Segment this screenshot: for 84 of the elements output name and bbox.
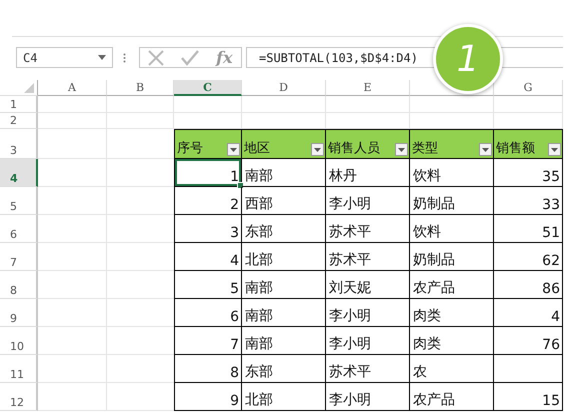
table-cell: 4 xyxy=(174,243,242,271)
table-cell: 1 xyxy=(174,159,242,187)
caret-icon xyxy=(482,148,489,152)
table-cell: 51 xyxy=(494,215,563,243)
caret-icon xyxy=(98,55,106,60)
row-header[interactable]: 5 xyxy=(0,187,38,215)
table-cell: 6 xyxy=(174,299,242,327)
table-cell: 东部 xyxy=(242,215,326,243)
table-cell: 奶制品 xyxy=(410,187,494,215)
filter-dropdown-button[interactable] xyxy=(395,143,408,156)
row-header[interactable]: 4 xyxy=(0,159,38,187)
caret-icon xyxy=(398,148,405,152)
table-cell: 3 xyxy=(174,215,242,243)
table-cell: 33 xyxy=(494,187,563,215)
table-cell: 南部 xyxy=(242,271,326,299)
column-title: 销售人员 xyxy=(328,141,380,157)
column-header[interactable]: A xyxy=(38,80,107,96)
table-cell: 东部 xyxy=(242,355,326,383)
table-cell: 北部 xyxy=(242,243,326,271)
row-header[interactable]: 1 xyxy=(0,96,38,113)
row-header[interactable]: 6 xyxy=(0,215,38,243)
table-cell: 农 xyxy=(410,355,494,383)
table-cell: 5 xyxy=(174,271,242,299)
table-cell: 南部 xyxy=(242,327,326,355)
row-header[interactable]: 7 xyxy=(0,243,38,271)
step-tooltip: 1 xyxy=(433,24,503,94)
caret-icon xyxy=(314,148,321,152)
column-header[interactable]: C xyxy=(174,80,242,96)
filter-dropdown-button[interactable] xyxy=(479,143,492,156)
row-header[interactable]: 11 xyxy=(0,355,38,383)
table-cell: 饮料 xyxy=(410,159,494,187)
table-cell: 2 xyxy=(174,187,242,215)
row-header[interactable]: 9 xyxy=(0,299,38,327)
table-cell: 86 xyxy=(494,271,563,299)
table-cell: 76 xyxy=(494,327,563,355)
filter-dropdown-button[interactable] xyxy=(311,143,324,156)
table-cell: 西部 xyxy=(242,187,326,215)
table-cell: 农产品 xyxy=(410,383,494,411)
column-header[interactable]: E xyxy=(326,80,410,96)
table-cell: 南部 xyxy=(242,159,326,187)
column-title: 地区 xyxy=(244,141,270,157)
table-cell: 苏术平 xyxy=(326,355,410,383)
table-cell: 苏术平 xyxy=(326,243,410,271)
table-cell: 北部 xyxy=(242,383,326,411)
table-cell: 4 xyxy=(494,299,563,327)
table-cell: 肉类 xyxy=(410,299,494,327)
table-cell: 15 xyxy=(494,383,563,411)
table-cell: 李小明 xyxy=(326,383,410,411)
column-header[interactable]: D xyxy=(242,80,326,96)
column-title: 销售额 xyxy=(496,141,535,157)
table-cell: 奶制品 xyxy=(410,243,494,271)
table-cell: 9 xyxy=(174,383,242,411)
empty-cell[interactable] xyxy=(494,355,563,383)
table-cell: 李小明 xyxy=(326,299,410,327)
grip-icon xyxy=(123,52,126,62)
column-title: 序号 xyxy=(177,141,203,157)
table-cell: 李小明 xyxy=(326,187,410,215)
table-cell: 7 xyxy=(174,327,242,355)
column-header[interactable]: G xyxy=(494,80,563,96)
table-cell: 农产品 xyxy=(410,271,494,299)
table-cell: 李小明 xyxy=(326,327,410,355)
select-all-icon[interactable] xyxy=(24,83,34,93)
caret-icon xyxy=(230,148,237,152)
table-cell: 刘天妮 xyxy=(326,271,410,299)
caret-icon xyxy=(551,148,558,152)
table-cell: 8 xyxy=(174,355,242,383)
table-cell: 饮料 xyxy=(410,215,494,243)
row-header[interactable]: 8 xyxy=(0,271,38,299)
column-title: 类型 xyxy=(412,141,438,157)
table-cell: 肉类 xyxy=(410,327,494,355)
row-header[interactable]: 10 xyxy=(0,327,38,355)
table-cell: 62 xyxy=(494,243,563,271)
cancel-icon[interactable] xyxy=(148,50,164,66)
check-icon[interactable] xyxy=(181,50,200,66)
table-cell: 林丹 xyxy=(326,159,410,187)
fill-handle[interactable] xyxy=(237,182,244,189)
row-header[interactable]: 12 xyxy=(0,383,38,411)
table-cell: 苏术平 xyxy=(326,215,410,243)
filter-dropdown-button[interactable] xyxy=(548,143,561,156)
filter-dropdown-button[interactable] xyxy=(227,143,240,156)
row-header[interactable]: 2 xyxy=(0,113,38,129)
name-box[interactable]: C4 xyxy=(16,47,113,68)
table-cell: 35 xyxy=(494,159,563,187)
table-cell: 南部 xyxy=(242,299,326,327)
